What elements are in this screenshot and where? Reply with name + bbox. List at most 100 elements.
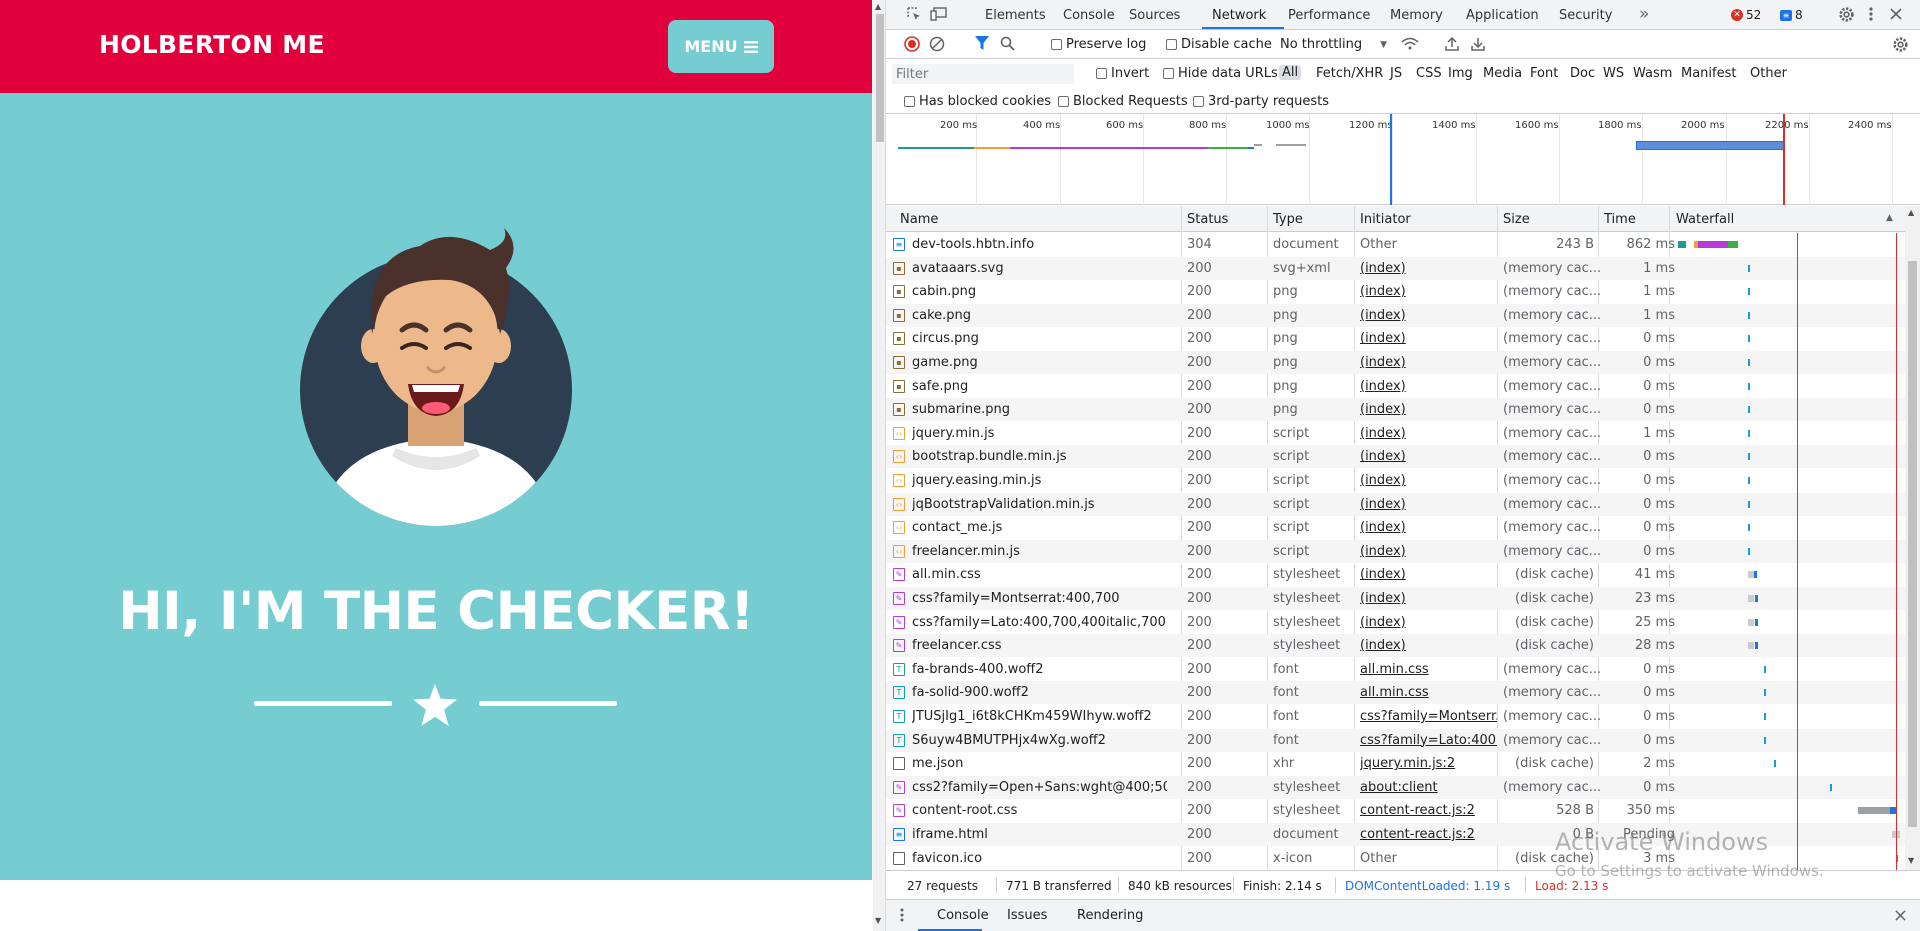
network-settings-gear-icon[interactable] [1892,36,1909,53]
column-header-waterfall[interactable]: Waterfall [1676,212,1734,227]
checkbox-box[interactable] [904,96,915,107]
filter-type-all[interactable]: All [1279,65,1302,80]
hide-data-urls-checkbox[interactable]: Hide data URLs [1163,66,1278,81]
table-row[interactable]: me.json 200 xhr jquery.min.js:2 (disk cache)… [886,752,1905,775]
request-name[interactable]: contact_me.js [912,520,1167,535]
table-row[interactable]: ▪ game.png 200 png (index) (memory cac... 0 ms [886,351,1905,374]
filter-type-manifest[interactable]: Manifest [1681,66,1736,81]
request-name[interactable]: jquery.easing.min.js [912,473,1167,488]
filter-type-font[interactable]: Font [1530,66,1558,81]
drawer-tab-console[interactable]: Console [937,908,989,923]
request-name[interactable]: safe.png [912,379,1167,394]
messages-badge[interactable]: ≡ 8 [1780,6,1803,24]
checkbox-box[interactable] [1096,68,1107,79]
tab-elements[interactable]: Elements [985,8,1046,23]
close-drawer-icon[interactable] [1895,910,1906,921]
request-initiator[interactable]: (index) [1360,449,1497,464]
drawer-menu-icon[interactable] [900,908,904,922]
scroll-up-icon[interactable]: ▲ [1908,208,1914,217]
errors-badge[interactable]: ✕ 52 [1731,6,1761,24]
more-tabs-icon[interactable]: » [1639,4,1649,24]
requests-scrollbar-thumb[interactable] [1908,261,1917,827]
network-conditions-icon[interactable] [1401,37,1419,51]
table-row[interactable]: T JTUSjIg1_i6t8kCHKm459WIhyw.woff2 200 font… [886,705,1905,728]
preserve-log-checkbox[interactable]: Preserve log [1051,37,1146,52]
request-initiator[interactable]: (index) [1360,567,1497,582]
request-initiator[interactable]: about:client [1360,780,1497,795]
sort-up-icon[interactable]: ▲ [1886,213,1893,223]
menu-button[interactable]: MENU [668,20,774,73]
blocked-requests-checkbox[interactable]: Blocked Requests [1058,94,1188,109]
request-initiator[interactable]: (index) [1360,638,1497,653]
request-initiator[interactable]: css?family=Lato:400... [1360,733,1497,748]
table-row[interactable]: Tfa-brands-400.woff2 200 font all.min.css (m… [886,658,1905,681]
network-overview-timeline[interactable]: 200 ms 400 ms 600 ms 800 ms 1000 ms 1200… [886,114,1920,205]
request-name[interactable]: freelancer.min.js [912,544,1167,559]
request-initiator[interactable]: (index) [1360,520,1497,535]
request-initiator[interactable]: (index) [1360,591,1497,606]
table-row[interactable]: ▪ cabin.png 200 png (index) (memory cac... 1 m… [886,280,1905,303]
column-header-initiator[interactable]: Initiator [1360,212,1411,227]
table-row[interactable]: ▪ cake.png 200 png (index) (memory cac... 1 ms [886,303,1905,327]
checkbox-box[interactable] [1163,68,1174,79]
request-initiator[interactable]: all.min.css [1360,685,1497,700]
filter-type-other[interactable]: Other [1750,66,1787,81]
request-initiator[interactable]: content-react.js:2 [1360,827,1497,842]
column-header-time[interactable]: Time [1604,212,1636,227]
tab-network[interactable]: Network [1212,8,1266,23]
table-row[interactable]: ‹› bootstrap.bundle.min.js 200 script (index… [886,445,1905,469]
record-stop-icon[interactable] [904,36,920,52]
table-row[interactable]: ▪ circus.png 200 png (index) (memory cac... 0 … [886,327,1905,350]
request-name[interactable]: cake.png [912,308,1167,323]
request-name[interactable]: iframe.html [912,827,1167,842]
checkbox-box[interactable] [1051,39,1062,50]
request-name[interactable]: jquery.min.js [912,426,1167,441]
request-initiator[interactable]: (index) [1360,473,1497,488]
table-row[interactable]: ✎ content-root.css 200 stylesheet content-re… [886,799,1905,822]
filter-input[interactable] [892,64,1074,84]
request-initiator[interactable]: (index) [1360,308,1497,323]
filter-type-doc[interactable]: Doc [1570,66,1595,81]
requests-scrollbar[interactable]: ▲ ▼ [1905,206,1920,870]
request-name[interactable]: avataaars.svg [912,261,1167,276]
drawer-tab-issues[interactable]: Issues [1007,908,1047,923]
invert-checkbox[interactable]: Invert [1096,66,1149,81]
request-name[interactable]: game.png [912,355,1167,370]
device-toolbar-icon[interactable] [930,6,948,22]
request-initiator[interactable]: (index) [1360,261,1497,276]
scroll-up-icon[interactable]: ▲ [875,2,881,11]
drawer-tab-rendering[interactable]: Rendering [1077,908,1143,923]
export-har-icon[interactable] [1471,36,1485,51]
request-name[interactable]: freelancer.css [912,638,1167,653]
throttling-select[interactable]: No throttling ▼ [1280,37,1387,52]
table-row[interactable]: ‹› jquery.easing.min.js 200 script (index) (m… [886,469,1905,492]
filter-type-wasm[interactable]: Wasm [1633,66,1672,81]
settings-gear-icon[interactable] [1838,6,1855,23]
request-initiator[interactable]: (index) [1360,426,1497,441]
request-initiator[interactable]: (index) [1360,284,1497,299]
filter-type-css[interactable]: CSS [1416,66,1442,81]
third-party-checkbox[interactable]: 3rd-party requests [1193,94,1329,109]
request-name[interactable]: favicon.ico [912,851,1167,866]
request-initiator[interactable]: (index) [1360,497,1497,512]
table-row[interactable]: ✎ freelancer.css 200 stylesheet (index) (disk… [886,634,1905,658]
request-name[interactable]: me.json [912,756,1167,771]
scroll-down-icon[interactable]: ▼ [875,916,881,925]
search-icon[interactable] [1000,36,1015,51]
request-name[interactable]: JTUSjIg1_i6t8kCHKm459WIhyw.woff2 [912,709,1167,724]
table-row[interactable]: ✎ all.min.css 200 stylesheet (index) (disk ca… [886,563,1905,586]
checkbox-box[interactable] [1058,96,1069,107]
tab-application[interactable]: Application [1466,8,1539,23]
filter-icon[interactable] [975,36,989,51]
table-row[interactable]: ✎ css2?family=Open+Sans:wght@400;500;... 2… [886,775,1905,799]
inspect-element-icon[interactable] [906,6,922,22]
request-name[interactable]: jqBootstrapValidation.min.js [912,497,1167,512]
request-initiator[interactable]: (index) [1360,379,1497,394]
request-name[interactable]: css?family=Montserrat:400,700 [912,591,1167,606]
table-row[interactable]: ‹› contact_me.js 200 script (index) (memory c… [886,516,1905,539]
has-blocked-cookies-checkbox[interactable]: Has blocked cookies [904,94,1051,109]
scroll-down-icon[interactable]: ▼ [1908,856,1914,865]
filter-type-fetch-xhr[interactable]: Fetch/XHR [1316,66,1383,81]
filter-type-img[interactable]: Img [1448,66,1473,81]
request-name[interactable]: S6uyw4BMUTPHjx4wXg.woff2 [912,733,1167,748]
